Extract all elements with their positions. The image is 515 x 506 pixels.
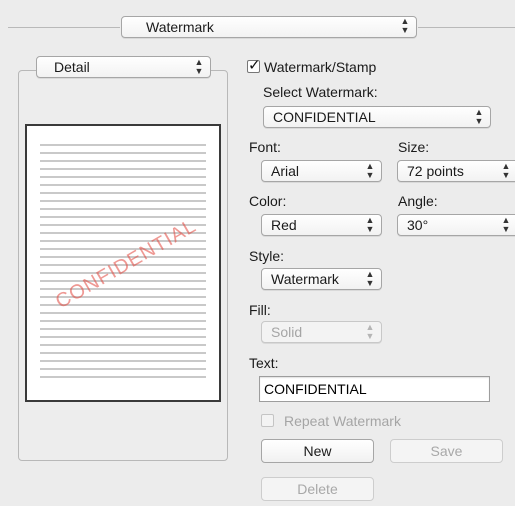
page-line <box>40 176 206 178</box>
watermark-stamp-checkbox[interactable]: ✓ <box>247 57 261 74</box>
delete-button[interactable]: Delete <box>261 477 374 501</box>
page-line <box>40 216 206 218</box>
size-popup[interactable]: 72 points ▲ ▼ <box>397 160 515 182</box>
style-label: Style: <box>249 248 285 264</box>
save-button[interactable]: Save <box>390 439 503 463</box>
page-line <box>40 360 206 362</box>
select-watermark-label: Select Watermark: <box>263 84 378 100</box>
size-label: Size: <box>398 139 430 155</box>
popup-arrows-icon: ▲ ▼ <box>365 215 375 234</box>
page-line <box>40 328 206 330</box>
page-line <box>40 344 206 346</box>
angle-value: 30° <box>407 217 429 233</box>
color-label: Color: <box>249 193 287 209</box>
page-line <box>40 208 206 210</box>
page-line <box>40 184 206 186</box>
page-line <box>40 376 206 378</box>
style-value: Watermark <box>271 271 339 287</box>
top-divider-right <box>418 27 515 28</box>
popup-arrows-icon: ▲ ▼ <box>400 16 410 35</box>
view-mode-label: Detail <box>54 59 90 75</box>
page-line <box>40 280 206 282</box>
font-label: Font: <box>249 139 281 155</box>
watermark-text-field[interactable] <box>259 376 490 402</box>
popup-arrows-icon: ▲ ▼ <box>365 322 375 341</box>
color-popup[interactable]: Red ▲ ▼ <box>261 214 382 236</box>
style-popup[interactable]: Watermark ▲ ▼ <box>261 268 382 290</box>
page-line <box>40 352 206 354</box>
select-watermark-popup[interactable]: CONFIDENTIAL ▲ ▼ <box>263 106 491 128</box>
angle-label: Angle: <box>398 193 438 209</box>
page-preview: CONFIDENTIAL <box>25 124 221 402</box>
watermark-mode-label: Watermark <box>146 19 214 35</box>
watermark-stamp-toggle[interactable]: ✓ Watermark/Stamp <box>247 57 397 77</box>
text-label: Text: <box>249 355 279 371</box>
fill-popup[interactable]: Solid ▲ ▼ <box>261 321 382 343</box>
fill-value: Solid <box>271 324 303 340</box>
select-watermark-value: CONFIDENTIAL <box>273 109 376 125</box>
page-line <box>40 336 206 338</box>
popup-arrows-icon: ▲ ▼ <box>501 161 511 180</box>
repeat-watermark-label: Repeat Watermark <box>284 413 401 429</box>
page-line <box>40 248 206 250</box>
repeat-watermark-checkbox[interactable] <box>261 414 274 427</box>
checkmark-icon: ✓ <box>248 57 261 74</box>
size-value: 72 points <box>407 163 464 179</box>
page-line <box>40 368 206 370</box>
popup-arrows-icon: ▲ ▼ <box>474 107 484 126</box>
watermark-mode-popup[interactable]: Watermark ▲ ▼ <box>121 16 417 38</box>
popup-arrows-icon: ▲ ▼ <box>501 215 511 234</box>
popup-arrows-icon: ▲ ▼ <box>365 161 375 180</box>
page-line <box>40 192 206 194</box>
popup-arrows-icon: ▲ ▼ <box>194 57 204 76</box>
watermark-stamp-label: Watermark/Stamp <box>264 59 377 75</box>
top-divider-left <box>8 27 120 28</box>
fill-label: Fill: <box>249 302 271 318</box>
page-line <box>40 200 206 202</box>
font-value: Arial <box>271 163 300 179</box>
page-line <box>40 168 206 170</box>
page-line <box>40 320 206 322</box>
font-popup[interactable]: Arial ▲ ▼ <box>261 160 382 182</box>
new-button[interactable]: New <box>261 439 374 463</box>
angle-popup[interactable]: 30° ▲ ▼ <box>397 214 515 236</box>
popup-arrows-icon: ▲ ▼ <box>365 269 375 288</box>
page-line <box>40 144 206 146</box>
page-line <box>40 160 206 162</box>
view-mode-popup[interactable]: Detail ▲ ▼ <box>36 56 211 78</box>
color-value: Red <box>271 217 297 233</box>
repeat-watermark-toggle[interactable]: Repeat Watermark <box>261 412 431 430</box>
page-line <box>40 152 206 154</box>
